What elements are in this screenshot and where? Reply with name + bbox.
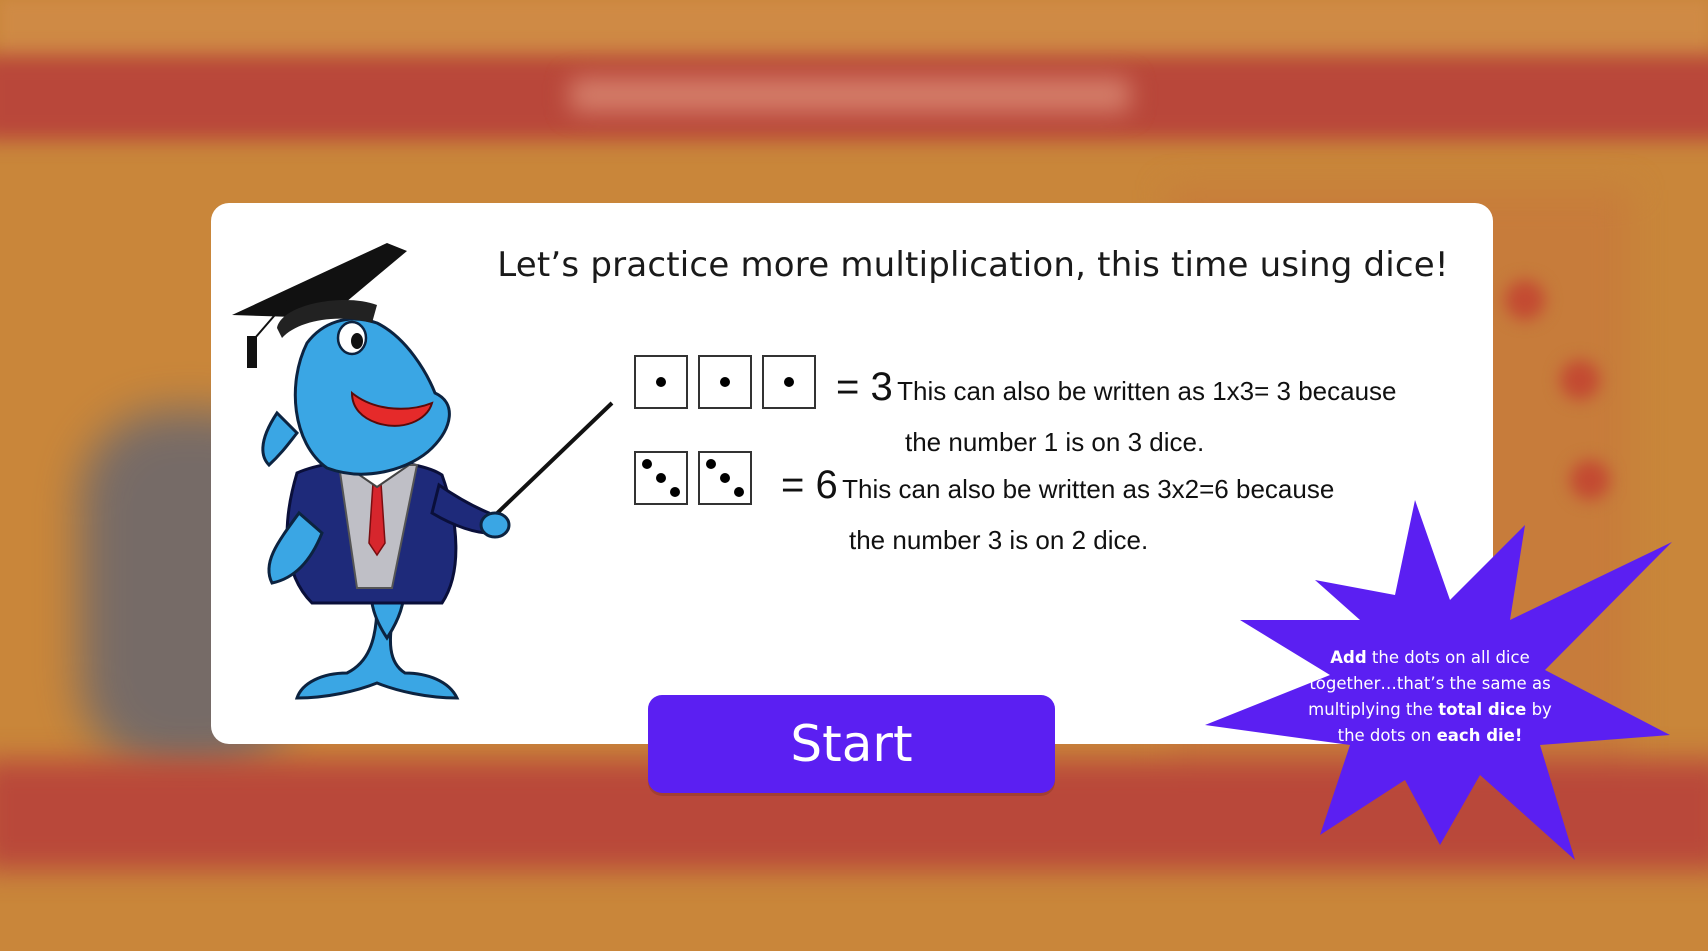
bg-dot: [1560, 360, 1600, 400]
instruction-headline: Let’s practice more multiplication, this…: [497, 245, 1449, 285]
die-face-three: [634, 451, 688, 505]
bg-dot: [1505, 280, 1545, 320]
example-1-result: = 3: [836, 365, 893, 409]
bg-dot: [1570, 460, 1610, 500]
die-face-one: [698, 355, 752, 409]
example-2-dice: [634, 451, 752, 505]
example-1-explanation: This can also be written as 1x3= 3 becau…: [897, 376, 1397, 406]
tip-text-emphasis: total dice: [1438, 700, 1527, 719]
die-face-three: [698, 451, 752, 505]
bg-title-blur: [570, 78, 1130, 112]
die-face-one: [634, 355, 688, 409]
example-1-dice: [634, 355, 816, 409]
dolphin-teacher-icon: [232, 243, 614, 700]
example-2-explanation-cont: the number 3 is on 2 dice.: [849, 525, 1149, 555]
example-1-equation: = 3 This can also be written as 1x3= 3 b…: [836, 365, 1397, 410]
tip-text-emphasis: each die!: [1436, 726, 1523, 745]
tip-text: Add the dots on all dice together…that’s…: [1295, 645, 1565, 749]
bg-top-strip: [0, 0, 1708, 60]
start-button[interactable]: Start: [648, 695, 1055, 793]
tip-text-emphasis: Add: [1330, 648, 1367, 667]
die-face-one: [762, 355, 816, 409]
example-1-explanation-cont: the number 1 is on 3 dice.: [905, 427, 1205, 457]
example-2-result: = 6: [781, 463, 838, 507]
